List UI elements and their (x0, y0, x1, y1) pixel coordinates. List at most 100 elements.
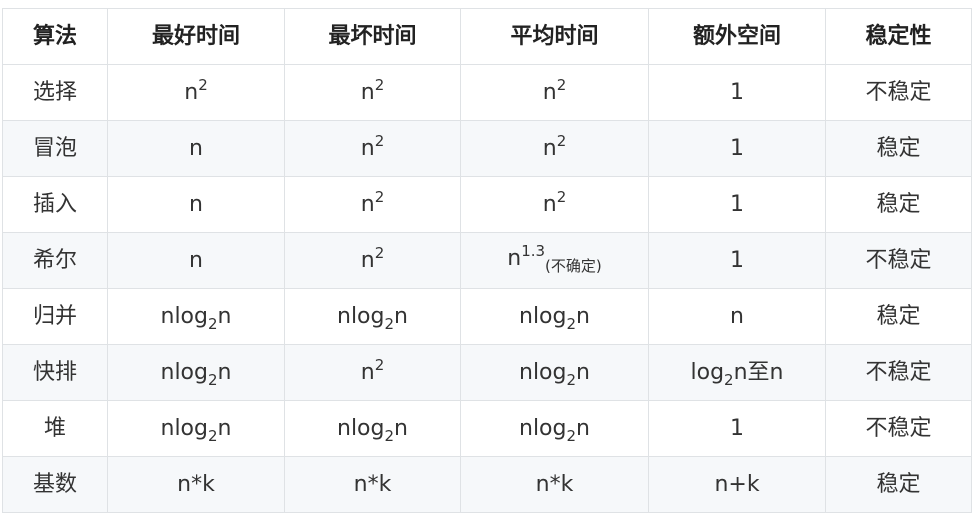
best-time-cell: n (107, 232, 285, 289)
worst-time-cell: n2 (284, 64, 461, 121)
cell-text: n (360, 135, 375, 161)
cell-text: log (690, 359, 725, 385)
cell-text: n (360, 79, 375, 105)
cell-text: n+k (714, 471, 760, 497)
table-row: 希尔 n n2 n1.3(不确定) 1 不稳定 (2, 232, 972, 289)
cell-text: n (360, 247, 375, 273)
extra-space-cell: 1 (648, 400, 826, 457)
extra-space-cell: log2n至n (648, 344, 826, 401)
cell-text: n (576, 359, 590, 385)
subscript: 2 (207, 426, 218, 445)
table-row: 选择 n2 n2 n2 1 不稳定 (2, 64, 972, 121)
superscript: 2 (374, 243, 385, 262)
average-time-cell: n2 (460, 176, 649, 233)
header-stability: 稳定性 (825, 8, 972, 65)
algorithm-name-cell: 希尔 (2, 232, 108, 289)
cell-text: n (542, 79, 557, 105)
algorithm-name-cell: 堆 (2, 400, 108, 457)
cell-text: nlog (519, 359, 567, 385)
stability-cell: 不稳定 (825, 64, 972, 121)
subscript: 2 (384, 314, 395, 333)
cell-text: 稳定 (876, 135, 921, 161)
subscript: 2 (724, 370, 734, 389)
cell-text: n (360, 359, 375, 385)
cell-text: n (360, 191, 375, 217)
subscript: 2 (384, 426, 395, 445)
cell-text: 稳定 (876, 191, 921, 217)
cell-text: 1 (730, 415, 744, 441)
cell-text: n (189, 191, 203, 217)
algorithm-name-cell: 冒泡 (2, 120, 108, 177)
best-time-cell: n*k (107, 456, 285, 513)
algorithm-name-cell: 快排 (2, 344, 108, 401)
cell-text: n (394, 415, 408, 441)
cell-text: n*k (353, 471, 392, 497)
subscript: 2 (566, 426, 577, 445)
cell-text: n (507, 245, 522, 271)
cell-text: nlog (160, 415, 208, 441)
stability-cell: 稳定 (825, 176, 972, 233)
header-row: 算法 最好时间 最坏时间 平均时间 额外空间 稳定性 (2, 8, 972, 65)
cell-text: n (730, 303, 744, 329)
cell-text: n (189, 135, 203, 161)
best-time-cell: n (107, 176, 285, 233)
best-time-cell: n2 (107, 64, 285, 121)
average-time-cell: nlog2n (460, 400, 649, 457)
cell-text: n至n (733, 359, 784, 385)
algorithm-name-cell: 基数 (2, 456, 108, 513)
cell-text: n (189, 247, 203, 273)
cell-text: 1 (730, 79, 744, 105)
sorting-comparison-table: 算法 最好时间 最坏时间 平均时间 额外空间 稳定性 选择 n2 n2 n2 1 不稳定冒… (2, 8, 972, 513)
cell-text: nlog (519, 415, 567, 441)
cell-text: n (542, 191, 557, 217)
cell-text: nlog (160, 303, 208, 329)
cell-text: 1 (730, 135, 744, 161)
cell-text: 不稳定 (865, 359, 932, 385)
worst-time-cell: n2 (284, 120, 461, 177)
table-row: 冒泡 n n2 n2 1 稳定 (2, 120, 972, 177)
worst-time-cell: n2 (284, 176, 461, 233)
worst-time-cell: nlog2n (284, 400, 461, 457)
extra-space-cell: 1 (648, 64, 826, 121)
cell-text: n (217, 415, 232, 441)
stability-cell: 稳定 (825, 120, 972, 177)
cell-text: n (394, 303, 408, 329)
subscript: 2 (566, 370, 577, 389)
average-time-cell: nlog2n (460, 344, 649, 401)
superscript: 2 (198, 75, 208, 94)
stability-cell: 稳定 (825, 456, 972, 513)
table-row: 归并 nlog2n nlog2n nlog2n n 稳定 (2, 288, 972, 345)
best-time-cell: n (107, 120, 285, 177)
cell-text: n (576, 415, 590, 441)
worst-time-cell: n2 (284, 344, 461, 401)
best-time-cell: nlog2n (107, 344, 285, 401)
table-row: 基数 n*k n*k n*k n+k 稳定 (2, 456, 972, 513)
table-row: 快排 nlog2n n2 nlog2n log2n至n 不稳定 (2, 344, 972, 401)
extra-space-cell: n+k (648, 456, 826, 513)
superscript: 2 (374, 355, 385, 374)
cell-text: n (217, 303, 232, 329)
cell-text: n (184, 79, 199, 105)
cell-text: 不稳定 (865, 79, 932, 105)
cell-text: n*k (177, 471, 215, 497)
best-time-cell: nlog2n (107, 288, 285, 345)
extra-space-cell: 1 (648, 176, 826, 233)
worst-time-cell: n*k (284, 456, 461, 513)
note-text: (不确定) (545, 256, 602, 275)
average-time-cell: n2 (460, 64, 649, 121)
table-row: 插入 n n2 n2 1 稳定 (2, 176, 972, 233)
cell-text: 不稳定 (865, 247, 932, 273)
cell-text: n*k (535, 471, 574, 497)
table-body: 选择 n2 n2 n2 1 不稳定 冒泡 n n2 n2 1 稳定 插入 n n2 n2 1 稳定 希尔 n n2 n1.… (2, 64, 972, 513)
best-time-cell: nlog2n (107, 400, 285, 457)
stability-cell: 不稳定 (825, 400, 972, 457)
cell-text: 1 (730, 247, 744, 273)
stability-cell: 稳定 (825, 288, 972, 345)
extra-space-cell: 1 (648, 232, 826, 289)
table-header: 算法 最好时间 最坏时间 平均时间 额外空间 稳定性 (2, 8, 972, 65)
superscript: 2 (374, 75, 385, 94)
header-extra-space: 额外空间 (648, 8, 826, 65)
algorithm-name-cell: 选择 (2, 64, 108, 121)
subscript: 2 (566, 314, 577, 333)
cell-text: n (576, 303, 590, 329)
